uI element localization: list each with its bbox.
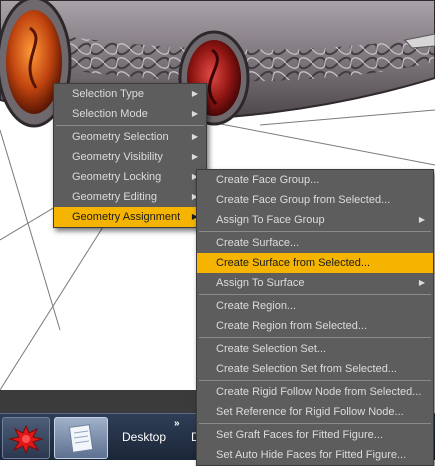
- menu-separator: [199, 337, 431, 338]
- submenu-arrow-icon: ▶: [418, 278, 425, 287]
- menu-item-label: Create Surface from Selected...: [216, 257, 371, 269]
- menu-item-label: Create Selection Set from Selected...: [216, 363, 397, 375]
- menu-separator: [199, 231, 431, 232]
- menu-item-set-graft-faces[interactable]: Set Graft Faces for Fitted Figure...: [197, 425, 433, 445]
- menu-item-label: Assign To Surface: [216, 277, 305, 289]
- menu-item-label: Geometry Locking: [72, 171, 162, 183]
- menu-item-label: Geometry Editing: [72, 191, 157, 203]
- submenu-arrow-icon: ▶: [191, 109, 198, 118]
- viewport-status-strip: [0, 390, 200, 413]
- menu-item-create-region-from-selected[interactable]: Create Region from Selected...: [197, 316, 433, 336]
- submenu-arrow-icon: ▶: [191, 89, 198, 98]
- menu-item-create-rigid-follow-node-from-selected[interactable]: Create Rigid Follow Node from Selected..…: [197, 382, 433, 402]
- menu-item-create-face-group[interactable]: Create Face Group...: [197, 170, 433, 190]
- menu-item-create-selection-set-from-selected[interactable]: Create Selection Set from Selected...: [197, 359, 433, 379]
- menu-item-assign-to-face-group[interactable]: Assign To Face Group ▶: [197, 210, 433, 230]
- menu-item-create-region[interactable]: Create Region...: [197, 296, 433, 316]
- menu-item-label: Create Face Group from Selected...: [216, 194, 391, 206]
- menu-item-label: Create Rigid Follow Node from Selected..…: [216, 386, 422, 398]
- menu-item-set-auto-hide-faces[interactable]: Set Auto Hide Faces for Fitted Figure...: [197, 445, 433, 465]
- taskbar-app-button[interactable]: [54, 417, 108, 459]
- taskbar-app-button[interactable]: [2, 417, 50, 459]
- menu-item-create-surface-from-selected[interactable]: Create Surface from Selected...: [197, 253, 433, 273]
- menu-item-label: Create Region from Selected...: [216, 320, 368, 332]
- menu-item-label: Set Graft Faces for Fitted Figure...: [216, 429, 383, 441]
- menu-item-geometry-editing[interactable]: Geometry Editing ▶: [54, 187, 206, 207]
- menu-item-label: Geometry Selection: [72, 131, 169, 143]
- menu-item-set-reference-for-rigid-follow-node[interactable]: Set Reference for Rigid Follow Node...: [197, 402, 433, 422]
- menu-item-create-selection-set[interactable]: Create Selection Set...: [197, 339, 433, 359]
- menu-separator: [56, 125, 204, 126]
- submenu-arrow-icon: ▶: [191, 132, 198, 141]
- menu-item-geometry-selection[interactable]: Geometry Selection ▶: [54, 127, 206, 147]
- menu-item-assign-to-surface[interactable]: Assign To Surface ▶: [197, 273, 433, 293]
- menu-separator: [199, 380, 431, 381]
- menu-item-selection-type[interactable]: Selection Type ▶: [54, 84, 206, 104]
- menu-item-label: Create Surface...: [216, 237, 300, 249]
- taskbar-overflow-chevron-icon[interactable]: »: [174, 418, 180, 429]
- menu-item-label: Set Auto Hide Faces for Fitted Figure...: [216, 449, 407, 461]
- menu-item-label: Create Region...: [216, 300, 297, 312]
- menu-item-geometry-locking[interactable]: Geometry Locking ▶: [54, 167, 206, 187]
- context-menu: Selection Type ▶ Selection Mode ▶ Geomet…: [53, 83, 207, 228]
- menu-item-geometry-assignment[interactable]: Geometry Assignment ▶: [54, 207, 206, 227]
- menu-item-create-face-group-from-selected[interactable]: Create Face Group from Selected...: [197, 190, 433, 210]
- notepad-icon: [68, 424, 94, 453]
- geometry-assignment-submenu: Create Face Group... Create Face Group f…: [196, 169, 434, 466]
- menu-item-label: Create Selection Set...: [216, 343, 327, 355]
- menu-item-label: Set Reference for Rigid Follow Node...: [216, 406, 404, 418]
- menu-item-label: Create Face Group...: [216, 174, 320, 186]
- menu-item-label: Selection Mode: [72, 108, 148, 120]
- menu-separator: [199, 294, 431, 295]
- taskbar-desktop-label[interactable]: Desktop: [122, 430, 166, 444]
- menu-item-label: Assign To Face Group: [216, 214, 325, 226]
- menu-item-selection-mode[interactable]: Selection Mode ▶: [54, 104, 206, 124]
- menu-item-label: Geometry Visibility: [72, 151, 163, 163]
- menu-item-label: Selection Type: [72, 88, 144, 100]
- red-splat-icon: [8, 424, 44, 455]
- submenu-arrow-icon: ▶: [418, 215, 425, 224]
- menu-item-geometry-visibility[interactable]: Geometry Visibility ▶: [54, 147, 206, 167]
- menu-item-create-surface[interactable]: Create Surface...: [197, 233, 433, 253]
- menu-item-label: Geometry Assignment: [72, 211, 181, 223]
- submenu-arrow-icon: ▶: [191, 152, 198, 161]
- menu-separator: [199, 423, 431, 424]
